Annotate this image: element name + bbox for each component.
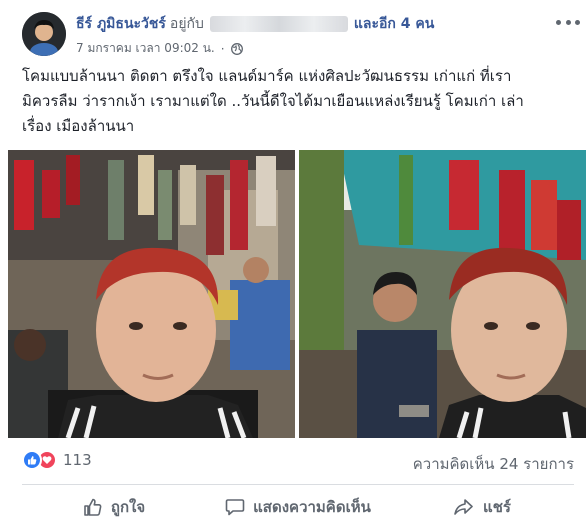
like-reaction-icon [22,450,42,470]
post-stats: 113 ความคิดเห็น 24 รายการ [22,448,574,473]
post-header: ธีร์ ภูมิธนะวัชร์ อยู่กับ และอีก 4 คน [76,14,434,34]
like-label: ถูกใจ [110,498,146,516]
reaction-count: 113 [63,451,92,469]
comments-count-link[interactable]: ความคิดเห็น 24 รายการ [413,452,574,476]
author-avatar[interactable] [22,12,66,56]
post-text-line: เรื่อง เมืองล้านนา [22,117,135,135]
photo-selfie-lanterns-1[interactable] [8,150,295,438]
post-timestamp[interactable]: 7 มกราคม เวลา 09:02 น. [76,39,215,58]
share-label: แชร์ [483,498,511,516]
post-text-line: โคมแบบล้านนา ติดตา ตรึงใจ แลนด์มาร์ค แห่… [22,67,512,85]
and-others-link[interactable]: และอีก 4 คน [354,13,434,35]
tagged-person-blurred[interactable] [209,16,348,32]
actions-divider [22,484,574,485]
comment-button[interactable]: แสดงความคิดเห็น [206,490,390,524]
thumbs-up-icon [84,498,102,516]
globe-icon[interactable] [230,42,243,55]
post-text-line: มิควรลืม ว่ารากเง้า เรามาแต่ใด ..วันนี้ด… [22,92,524,110]
post-actions: ถูกใจ แสดงความคิดเห็น แชร์ [22,490,574,524]
share-button[interactable]: แชร์ [390,490,574,524]
like-button[interactable]: ถูกใจ [22,490,206,524]
more-options-icon[interactable] [556,12,580,32]
reactions-summary[interactable]: 113 [22,450,92,470]
post-card: ธีร์ ภูมิธนะวัชร์ อยู่กับ และอีก 4 คน 7 … [0,0,586,531]
meta-separator: · [220,41,225,56]
comment-bubble-icon [225,499,245,516]
photo-selfie-lanterns-2[interactable] [299,150,586,438]
photo-grid [8,150,586,438]
comment-label: แสดงความคิดเห็น [253,498,371,516]
post-body: โคมแบบล้านนา ติดตา ตรึงใจ แลนด์มาร์ค แห่… [22,64,574,139]
with-label: อยู่กับ [169,16,204,32]
share-arrow-icon [454,499,473,515]
author-name[interactable]: ธีร์ ภูมิธนะวัชร์ [76,13,166,35]
post-meta: 7 มกราคม เวลา 09:02 น. · [76,39,243,58]
